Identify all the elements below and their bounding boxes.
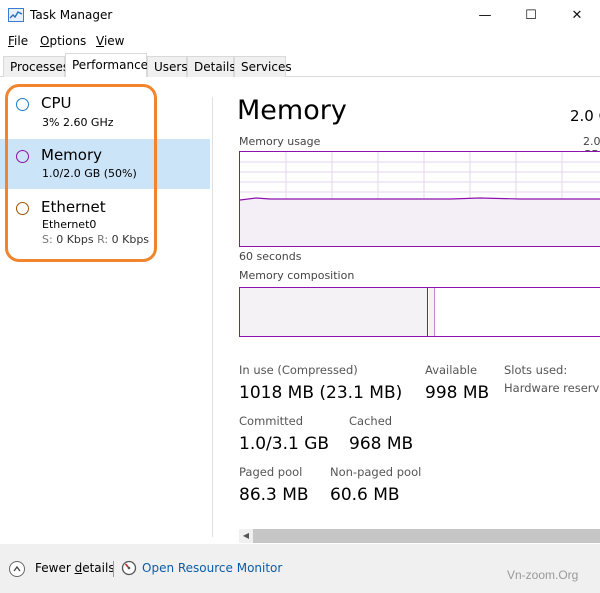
memory-total: 2.0 GB xyxy=(570,107,600,125)
tab-details[interactable]: Details xyxy=(187,56,236,77)
footer-divider xyxy=(113,561,114,577)
scroll-left-icon[interactable]: ◀ xyxy=(239,529,253,543)
memory-detail-pane: Memory 2.0 GB Memory usage 2.0 GB xyxy=(213,77,600,544)
window-title: Task Manager xyxy=(30,8,113,22)
available-value: 998 MB xyxy=(425,383,490,403)
hardware-reserved-label: Hardware reserved: xyxy=(504,381,600,395)
slots-used-label: Slots used: xyxy=(504,363,568,377)
time-span-label: 60 seconds xyxy=(239,250,302,263)
menu-file[interactable]: File xyxy=(8,34,28,48)
non-paged-pool-label: Non-paged pool xyxy=(330,465,422,479)
title-bar: Task Manager — ☐ ✕ xyxy=(0,0,600,31)
footer-bar: Fewer details Open Resource Monitor Vn-z… xyxy=(0,544,600,593)
paged-pool-label: Paged pool xyxy=(239,465,303,479)
committed-label: Committed xyxy=(239,414,304,428)
non-paged-pool-value: 60.6 MB xyxy=(330,485,400,505)
page-title: Memory xyxy=(237,95,347,126)
resource-sidebar: CPU 3% 2.60 GHz Memory 1.0/2.0 GB (50%) … xyxy=(0,77,212,544)
available-label: Available xyxy=(425,363,478,377)
memory-composition-bar xyxy=(239,287,600,337)
menu-options[interactable]: Options xyxy=(40,34,86,48)
performance-panel: CPU 3% 2.60 GHz Memory 1.0/2.0 GB (50%) … xyxy=(0,77,600,544)
tab-strip: Processes Performance Users Details Serv… xyxy=(0,53,600,78)
task-manager-icon xyxy=(8,8,24,22)
menu-bar: File Options View xyxy=(0,31,600,51)
highlight-annotation xyxy=(5,84,157,262)
maximize-button[interactable]: ☐ xyxy=(508,0,554,31)
open-resource-monitor-link[interactable]: Open Resource Monitor xyxy=(142,561,282,575)
composition-in-use xyxy=(240,288,428,336)
committed-value: 1.0/3.1 GB xyxy=(239,434,330,454)
usage-graph-label: Memory usage xyxy=(239,135,321,148)
tab-performance[interactable]: Performance xyxy=(65,53,148,78)
cached-label: Cached xyxy=(349,414,393,428)
fewer-details-button[interactable]: Fewer details xyxy=(35,561,115,575)
composition-modified xyxy=(429,288,435,336)
tab-services[interactable]: Services xyxy=(234,56,292,77)
chevron-up-icon[interactable] xyxy=(9,561,25,577)
in-use-label: In use (Compressed) xyxy=(239,363,358,377)
composition-label: Memory composition xyxy=(239,269,355,282)
resource-monitor-icon[interactable] xyxy=(121,560,137,576)
in-use-value: 1018 MB (23.1 MB) xyxy=(239,383,403,403)
tab-users[interactable]: Users xyxy=(147,56,188,77)
cached-value: 968 MB xyxy=(349,434,414,454)
minimize-button[interactable]: — xyxy=(462,0,508,31)
horizontal-scrollbar[interactable]: ◀ xyxy=(239,529,600,543)
watermark: Vn-zoom.Org xyxy=(507,568,579,582)
memory-usage-graph xyxy=(239,151,600,247)
paged-pool-value: 86.3 MB xyxy=(239,485,309,505)
close-button[interactable]: ✕ xyxy=(554,0,600,31)
tab-processes[interactable]: Processes xyxy=(3,56,69,77)
menu-view[interactable]: View xyxy=(96,34,124,48)
